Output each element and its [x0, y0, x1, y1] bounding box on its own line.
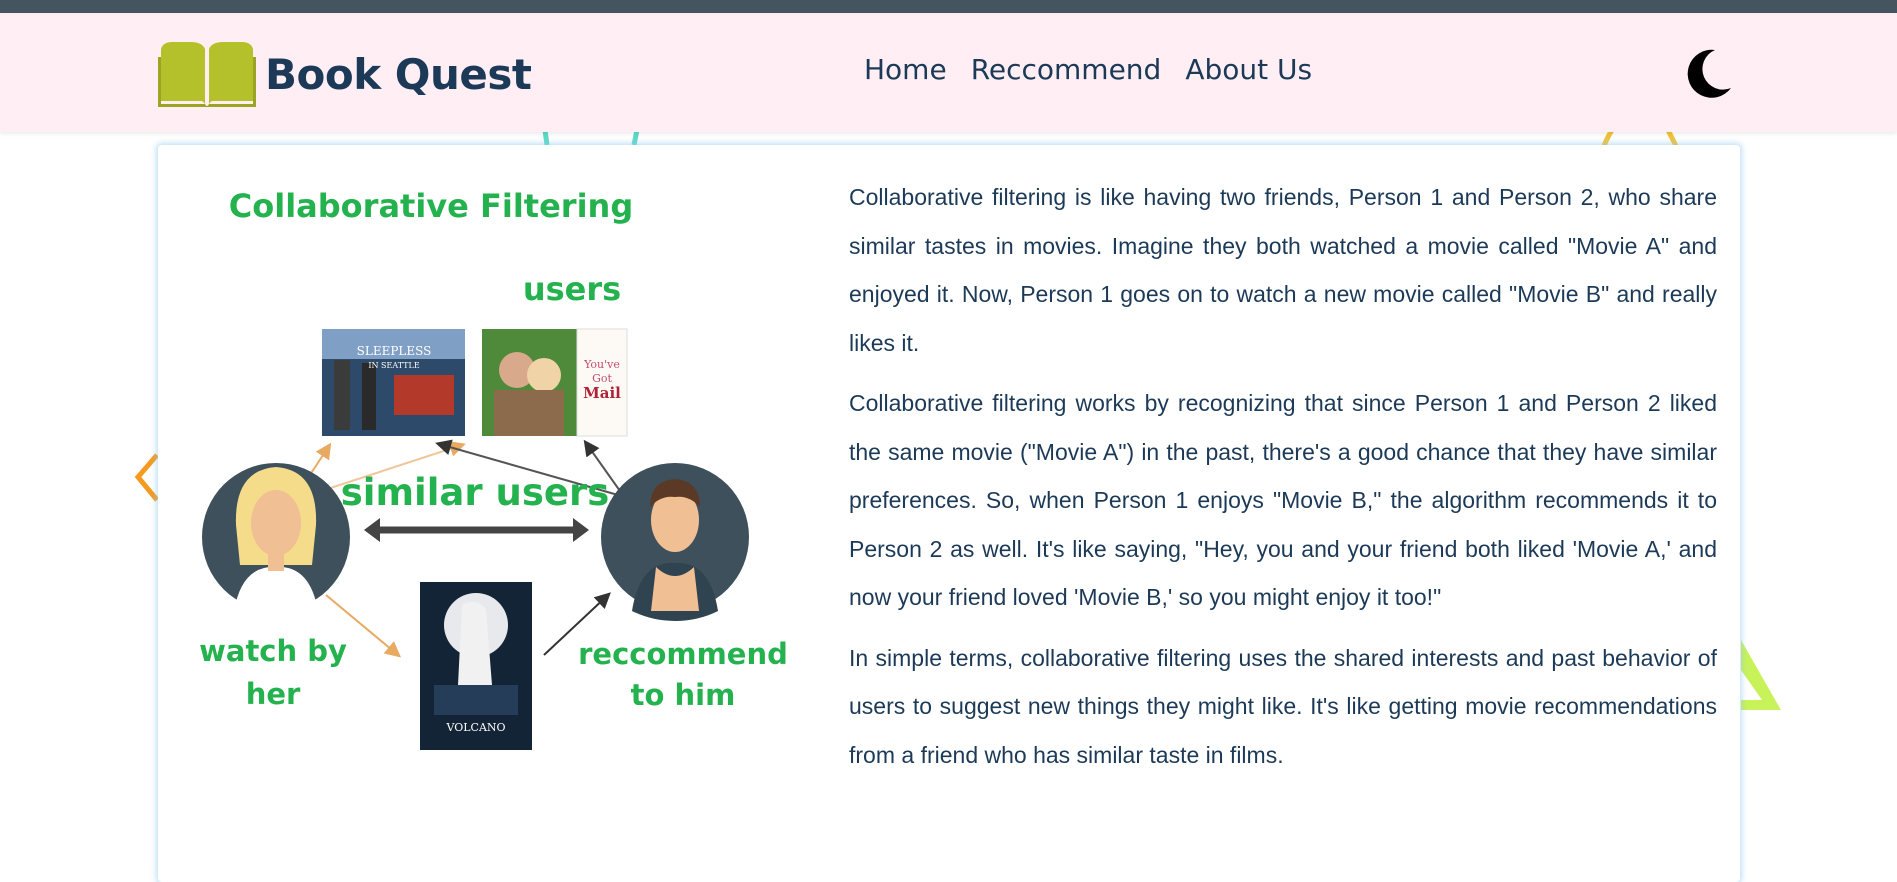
poster3-title: VOLCANO — [445, 721, 505, 734]
description-paragraph-3: In simple terms, collaborative filtering… — [849, 644, 1717, 768]
poster2-title-line3: Mail — [583, 384, 621, 402]
poster-sleepless-in-seattle: SLEEPLESS IN SEATTLE — [322, 329, 465, 436]
users-label: users — [523, 270, 621, 308]
right-caption-line1: reccommend — [578, 637, 788, 671]
nav-links: Home Reccommend About Us — [864, 53, 1312, 86]
navbar: Book Quest Home Reccommend About Us — [0, 13, 1897, 132]
moon-icon[interactable] — [1685, 48, 1733, 100]
user-man-avatar — [601, 463, 749, 621]
brand-name: Book Quest — [265, 49, 532, 99]
bg-shape-green-inner — [1741, 670, 1762, 700]
poster2-title-line1: You've — [583, 358, 620, 371]
left-caption-line1: watch by — [199, 634, 347, 668]
open-book-icon — [158, 42, 256, 107]
diagram-title: Collaborative Filtering — [229, 187, 633, 225]
description-paragraph-1: Collaborative filtering is like having t… — [849, 184, 1717, 356]
content-card: Collaborative Filtering users SLEEPLESS … — [158, 145, 1740, 882]
bg-shape-yellow — [1601, 128, 1679, 148]
poster-youve-got-mail: You've Got Mail — [482, 328, 628, 437]
bg-shape-orange — [134, 453, 159, 502]
description: Collaborative filtering is like having t… — [849, 173, 1717, 791]
nav-link-recommend[interactable]: Reccommend — [971, 53, 1162, 86]
nav-link-home[interactable]: Home — [864, 53, 947, 86]
right-caption-line2: to him — [631, 678, 736, 712]
top-strip — [0, 0, 1897, 13]
left-caption-line2: her — [246, 677, 301, 711]
collaborative-filtering-diagram: Collaborative Filtering users SLEEPLESS … — [199, 187, 788, 750]
brand[interactable]: Book Quest — [158, 39, 532, 109]
poster1-title-line2: IN SEATTLE — [368, 361, 419, 370]
description-paragraph-2: Collaborative filtering works by recogni… — [849, 390, 1717, 610]
poster-joe-versus-the-volcano: VOLCANO — [420, 582, 532, 750]
bg-shape-green — [1741, 640, 1781, 710]
bg-shape-cyan — [542, 129, 640, 146]
similar-users-label: similar users — [341, 471, 609, 514]
double-arrow-icon — [364, 518, 589, 542]
poster1-title-line1: SLEEPLESS — [357, 344, 432, 358]
nav-link-about-us[interactable]: About Us — [1185, 53, 1312, 86]
